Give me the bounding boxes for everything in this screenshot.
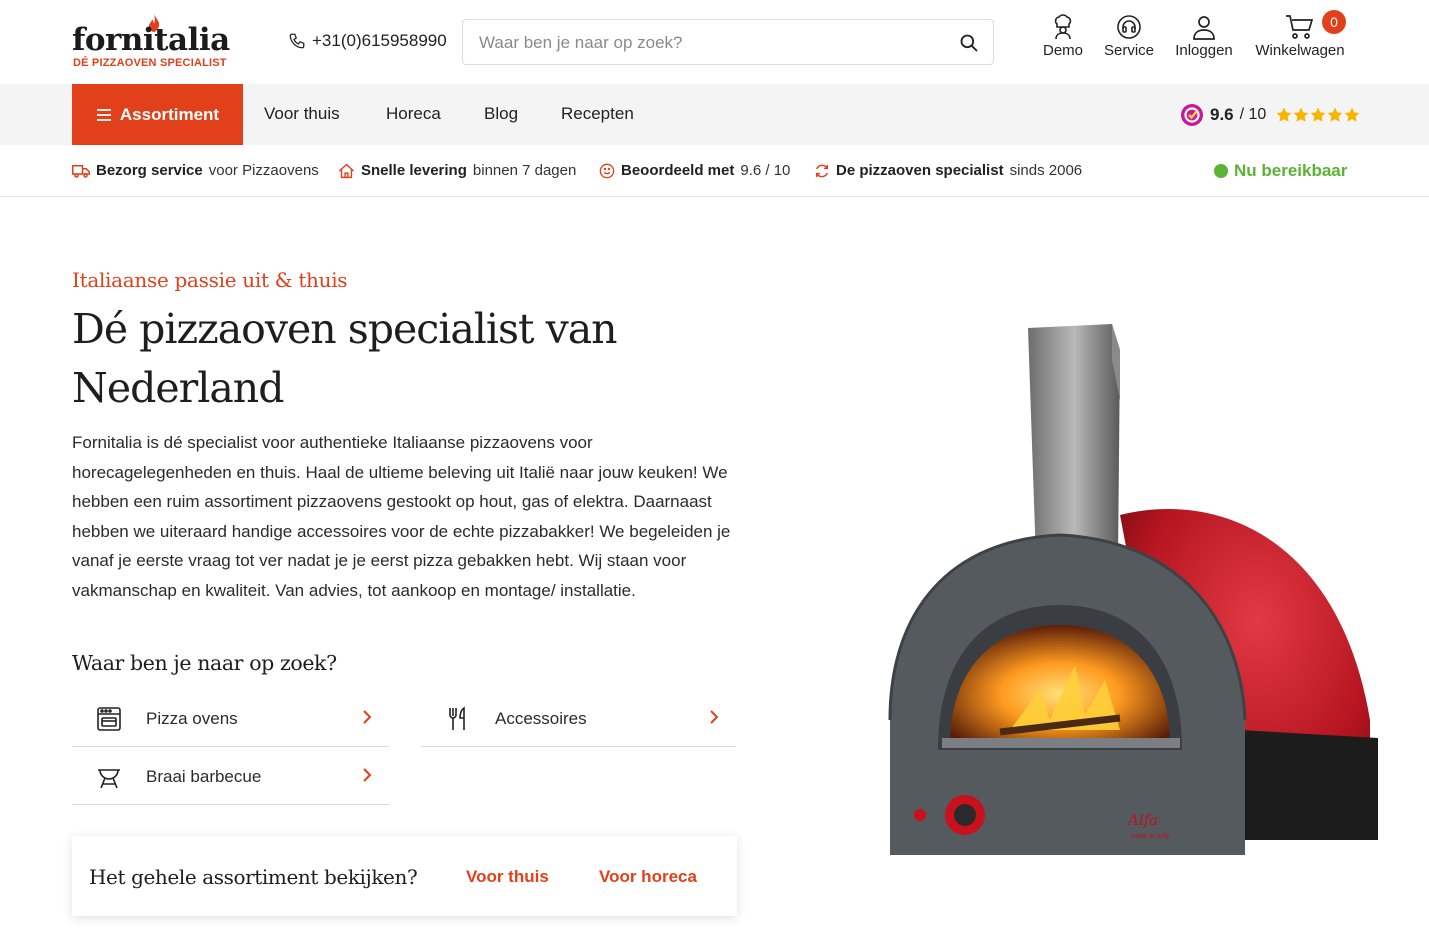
refresh-icon <box>815 164 829 177</box>
usp-item: Beoordeeld met 9.6 / 10 <box>599 162 790 179</box>
cta-link-voor-horeca[interactable]: Voor horeca <box>599 867 697 887</box>
star-icon <box>1327 107 1343 122</box>
star-icon <box>1310 107 1326 122</box>
search-box <box>462 19 994 65</box>
logo-tagline: DÉ PIZZAOVEN SPECIALIST <box>73 57 227 69</box>
category-label: Accessoires <box>495 709 587 728</box>
category-pizza-ovens[interactable]: Pizza ovens <box>72 689 389 747</box>
cart-icon <box>1286 15 1314 39</box>
cta-link-voor-thuis[interactable]: Voor thuis <box>466 867 549 887</box>
hero-kicker: Italiaanse passie uit & thuis <box>72 268 348 292</box>
nav-link-horeca[interactable]: Horeca <box>386 104 441 124</box>
site-header: fornitalia DÉ PIZZAOVEN SPECIALIST +31(0… <box>0 0 1429 84</box>
availability-label: Nu bereikbaar <box>1234 161 1348 180</box>
chef-icon <box>1054 14 1072 40</box>
rating-stars <box>1276 107 1360 123</box>
assortiment-button[interactable]: Assortiment <box>72 84 243 145</box>
service-label: Service <box>1103 42 1155 59</box>
usp-item: De pizzaoven specialist sinds 2006 <box>814 162 1082 179</box>
oven-icon <box>97 707 121 731</box>
phone-number: +31(0)615958990 <box>312 31 447 50</box>
category-label: Pizza ovens <box>146 709 238 728</box>
category-label: Braai barbecue <box>146 767 262 786</box>
login-label: Inloggen <box>1175 42 1233 59</box>
usp-bold: De pizzaoven specialist <box>836 162 1004 179</box>
page-title: Dé pizzaoven specialist van Nederland <box>72 305 618 412</box>
search-button[interactable] <box>957 31 981 55</box>
logo-text: fornitalia <box>72 22 230 58</box>
demo-button[interactable]: Demo <box>1042 14 1084 70</box>
phone-icon <box>289 33 305 49</box>
usp-text: voor Pizzaovens <box>208 162 319 179</box>
assortiment-label: Assortiment <box>119 104 220 124</box>
usp-bold: Snelle levering <box>361 162 467 179</box>
chevron-right-icon <box>710 710 719 724</box>
rating-max: / 10 <box>1239 106 1267 123</box>
phone-link[interactable]: +31(0)615958990 <box>288 31 447 51</box>
nav-link-recepten[interactable]: Recepten <box>561 104 634 124</box>
pizza-oven-image: Alfa made in Italy <box>888 324 1378 855</box>
nav-link-blog[interactable]: Blog <box>484 104 518 124</box>
svg-text:made in Italy: made in Italy <box>1130 833 1170 840</box>
review-badge-icon <box>1181 104 1203 126</box>
search-heading: Waar ben je naar op zoek? <box>72 651 337 675</box>
assortment-cta: Het gehele assortiment bekijken? Voor th… <box>72 836 737 916</box>
usp-bold: Beoordeeld met <box>621 162 735 179</box>
cart-count-badge: 0 <box>1322 10 1346 34</box>
usp-bold: Bezorg service <box>96 162 203 179</box>
chevron-right-icon <box>363 768 372 782</box>
truck-icon <box>72 164 90 178</box>
main-nav: Assortiment Voor thuis Horeca Blog Recep… <box>0 84 1429 145</box>
nav-link-voor-thuis[interactable]: Voor thuis <box>264 104 340 124</box>
menu-icon <box>96 108 111 121</box>
star-icon <box>1344 107 1360 122</box>
star-icon <box>1293 107 1309 122</box>
cta-title: Het gehele assortiment bekijken? <box>89 865 418 889</box>
login-button[interactable]: Inloggen <box>1174 14 1234 70</box>
online-dot-icon <box>1214 164 1228 178</box>
home-icon <box>338 163 355 178</box>
chevron-right-icon <box>363 710 372 724</box>
rating-score: 9.6 <box>1210 105 1234 124</box>
usp-text: 9.6 / 10 <box>740 162 791 179</box>
user-icon <box>1193 16 1215 40</box>
service-button[interactable]: Service <box>1104 14 1154 70</box>
usp-item: Bezorg service voor Pizzaovens <box>72 162 319 179</box>
cart-label: Winkelwagen <box>1255 42 1345 59</box>
search-input[interactable] <box>479 31 939 55</box>
bbq-icon <box>98 769 120 789</box>
usp-text: sinds 2006 <box>1009 162 1083 179</box>
review-rating[interactable]: 9.6 / 10 <box>1180 103 1360 127</box>
usp-item: Snelle levering binnen 7 dagen <box>338 162 576 179</box>
smiley-icon <box>599 163 615 178</box>
usp-text: binnen 7 dagen <box>472 162 577 179</box>
cutlery-icon <box>449 706 465 730</box>
star-icon <box>1276 107 1292 122</box>
search-icon <box>960 34 978 52</box>
category-braai-barbecue[interactable]: Braai barbecue <box>72 747 389 805</box>
availability-status[interactable]: Nu bereikbaar <box>1214 161 1347 181</box>
logo[interactable]: fornitalia DÉ PIZZAOVEN SPECIALIST <box>72 14 242 72</box>
demo-label: Demo <box>1042 42 1083 59</box>
usp-bar: Bezorg service voor Pizzaovens Snelle le… <box>0 145 1429 197</box>
svg-text:Alfa: Alfa <box>1126 811 1158 829</box>
category-accessoires[interactable]: Accessoires <box>421 689 736 747</box>
headset-icon <box>1117 15 1141 39</box>
hero-intro: Fornitalia is dé specialist voor authent… <box>72 433 731 600</box>
